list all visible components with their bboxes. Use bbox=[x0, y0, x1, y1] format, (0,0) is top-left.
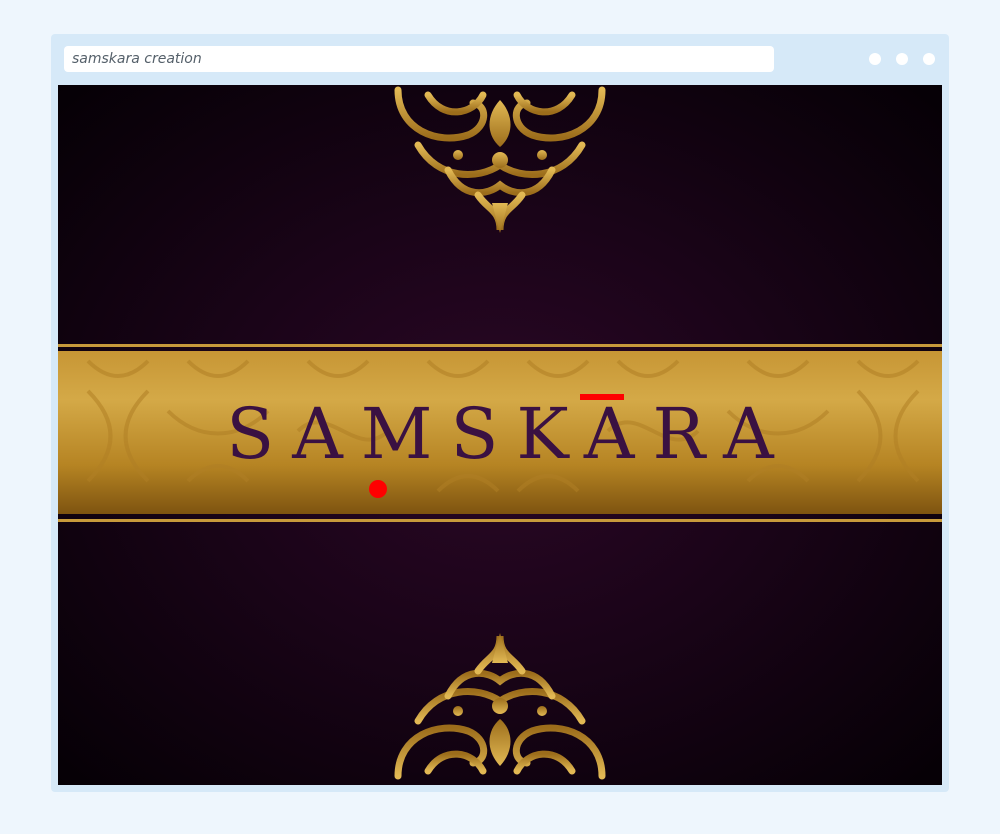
browser-window: samskara creation SAMSKARA bbox=[51, 34, 949, 792]
brand-title: SAMSKARA bbox=[226, 393, 792, 475]
dot-icon[interactable] bbox=[869, 53, 881, 65]
page-viewport: SAMSKARA bbox=[58, 85, 942, 785]
address-bar[interactable]: samskara creation bbox=[64, 46, 774, 72]
brand-banner: SAMSKARA bbox=[58, 344, 942, 524]
red-dot-marker bbox=[369, 480, 387, 498]
banner-bottom-rule bbox=[58, 519, 942, 522]
dot-icon[interactable] bbox=[896, 53, 908, 65]
banner-top-rule bbox=[58, 344, 942, 347]
dot-icon[interactable] bbox=[923, 53, 935, 65]
banner-band: SAMSKARA bbox=[58, 351, 942, 514]
macron-marker bbox=[580, 394, 624, 400]
title-bar: samskara creation bbox=[51, 34, 949, 85]
ornament-top-icon bbox=[394, 86, 606, 233]
window-controls bbox=[869, 53, 935, 65]
ornament-bottom-icon bbox=[394, 633, 606, 780]
